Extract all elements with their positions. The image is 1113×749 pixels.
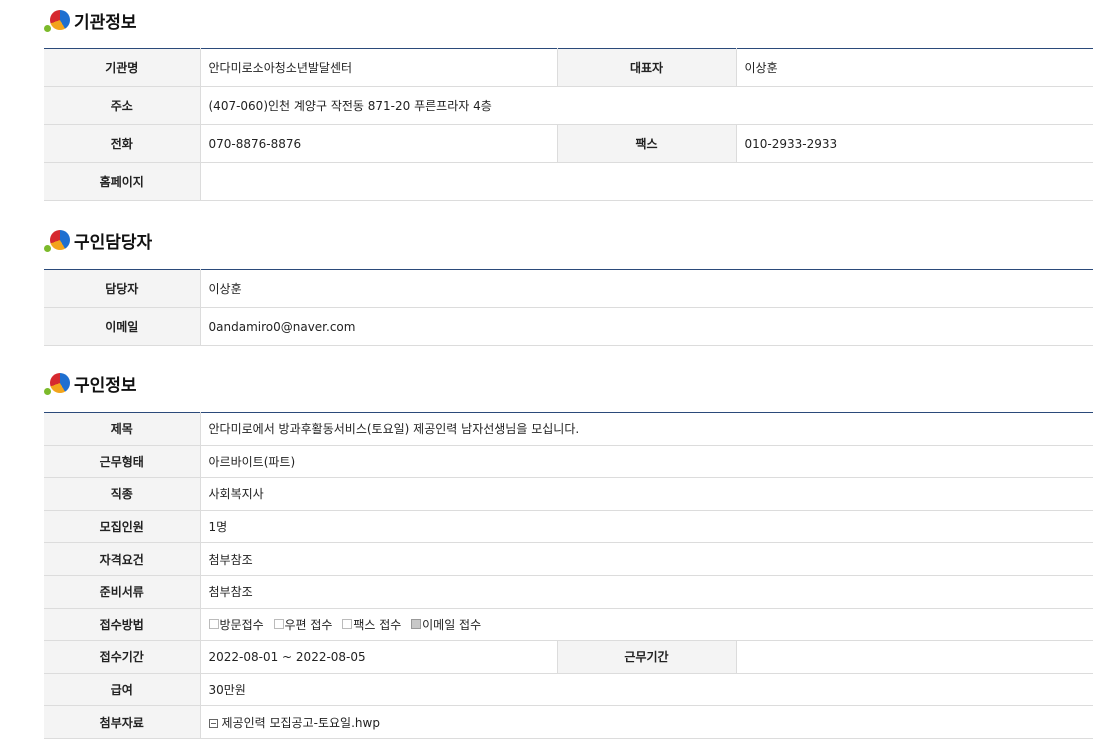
- section-logo-icon: [44, 8, 72, 32]
- job-period-label: 접수기간: [44, 640, 201, 674]
- contact-info-table: 담당자 이상훈 이메일 0andamiro0@naver.com: [44, 269, 1093, 346]
- method-email-label: 이메일 접수: [422, 617, 482, 632]
- job-salary-label: 급여: [44, 673, 201, 707]
- job-qualification-value: 첨부참조: [200, 542, 1093, 576]
- org-name-label: 기관명: [44, 48, 201, 87]
- job-period-value: 2022-08-01 ~ 2022-08-05: [200, 640, 557, 674]
- table-row: 근무형태 아르바이트(파트): [44, 445, 1093, 479]
- section-logo-icon: [44, 371, 72, 395]
- contact-email-label: 이메일: [44, 307, 201, 346]
- org-homepage-label: 홈페이지: [44, 162, 201, 201]
- job-attachment-label: 첨부자료: [44, 705, 201, 739]
- job-count-value: 1명: [200, 510, 1093, 544]
- method-fax-label: 팩스 접수: [353, 617, 402, 632]
- table-row: 제목 안다미로에서 방과후활동서비스(토요일) 제공인력 남자선생님을 모십니다…: [44, 412, 1093, 446]
- job-type-label: 근무형태: [44, 445, 201, 479]
- section-title-contact: 구인담당자: [44, 228, 153, 253]
- table-row: 접수방법 방문접수 우편 접수 팩스 접수 이메일 접수: [44, 608, 1093, 642]
- job-work-period-label: 근무기간: [556, 640, 737, 674]
- org-fax-value: 010-2933-2933: [736, 124, 1093, 163]
- section-title-org: 기관정보: [44, 8, 137, 33]
- job-salary-value: 30만원: [200, 673, 1093, 707]
- method-fax-checkbox[interactable]: [342, 619, 353, 630]
- section-logo-icon: [44, 228, 72, 252]
- job-qualification-label: 자격요건: [44, 542, 201, 576]
- method-visit-checkbox[interactable]: [208, 619, 219, 630]
- job-title-label: 제목: [44, 412, 201, 446]
- attachment-link[interactable]: 제공인력 모집공고-토요일.hwp: [222, 716, 380, 730]
- job-attachment-cell: 제공인력 모집공고-토요일.hwp: [200, 705, 1093, 739]
- job-occupation-label: 직종: [44, 477, 201, 511]
- org-fax-label: 팩스: [556, 124, 737, 163]
- job-count-label: 모집인원: [44, 510, 201, 544]
- section-title-text: 구인정보: [74, 375, 137, 396]
- table-row: 모집인원 1명: [44, 510, 1093, 544]
- table-row: 접수기간 2022-08-01 ~ 2022-08-05 근무기간: [44, 640, 1093, 674]
- job-type-value: 아르바이트(파트): [200, 445, 1093, 479]
- org-addr-value: (407-060)인천 계양구 작전동 871-20 푸른프라자 4층: [200, 86, 1093, 125]
- contact-person-value: 이상훈: [200, 269, 1093, 308]
- method-email-checkbox[interactable]: [411, 619, 422, 630]
- org-rep-value: 이상훈: [736, 48, 1093, 87]
- org-rep-label: 대표자: [556, 48, 737, 87]
- org-info-table: 기관명 안다미로소아청소년발달센터 대표자 이상훈 주소 (407-060)인천…: [44, 48, 1093, 201]
- method-visit-label: 방문접수: [219, 617, 264, 632]
- file-icon: [208, 718, 218, 728]
- table-row: 자격요건 첨부참조: [44, 542, 1093, 576]
- table-row: 담당자 이상훈: [44, 269, 1093, 308]
- table-row: 급여 30만원: [44, 673, 1093, 707]
- section-title-text: 구인담당자: [74, 232, 153, 253]
- org-addr-label: 주소: [44, 86, 201, 125]
- job-documents-label: 준비서류: [44, 575, 201, 609]
- table-row: 전화 070-8876-8876 팩스 010-2933-2933: [44, 124, 1093, 163]
- table-row: 이메일 0andamiro0@naver.com: [44, 307, 1093, 346]
- table-row: 첨부자료 제공인력 모집공고-토요일.hwp: [44, 705, 1093, 739]
- table-row: 기관명 안다미로소아청소년발달센터 대표자 이상훈: [44, 48, 1093, 87]
- org-homepage-value[interactable]: [200, 162, 1093, 201]
- section-title-job: 구인정보: [44, 371, 137, 396]
- table-row: 직종 사회복지사: [44, 477, 1093, 511]
- org-phone-value: 070-8876-8876: [200, 124, 557, 163]
- job-work-period-value: [736, 640, 1093, 674]
- job-method-options: 방문접수 우편 접수 팩스 접수 이메일 접수: [200, 608, 1093, 642]
- job-documents-value: 첨부참조: [200, 575, 1093, 609]
- table-row: 홈페이지: [44, 162, 1093, 201]
- job-title-value: 안다미로에서 방과후활동서비스(토요일) 제공인력 남자선생님을 모십니다.: [200, 412, 1093, 446]
- table-row: 주소 (407-060)인천 계양구 작전동 871-20 푸른프라자 4층: [44, 86, 1093, 125]
- org-phone-label: 전화: [44, 124, 201, 163]
- contact-person-label: 담당자: [44, 269, 201, 308]
- contact-email-value[interactable]: 0andamiro0@naver.com: [200, 307, 1093, 346]
- org-name-value: 안다미로소아청소년발달센터: [200, 48, 557, 87]
- job-method-label: 접수방법: [44, 608, 201, 642]
- table-row: 준비서류 첨부참조: [44, 575, 1093, 609]
- method-mail-label: 우편 접수: [284, 617, 333, 632]
- method-mail-checkbox[interactable]: [273, 619, 284, 630]
- section-title-text: 기관정보: [74, 12, 137, 33]
- job-occupation-value: 사회복지사: [200, 477, 1093, 511]
- job-info-table: 제목 안다미로에서 방과후활동서비스(토요일) 제공인력 남자선생님을 모십니다…: [44, 412, 1093, 739]
